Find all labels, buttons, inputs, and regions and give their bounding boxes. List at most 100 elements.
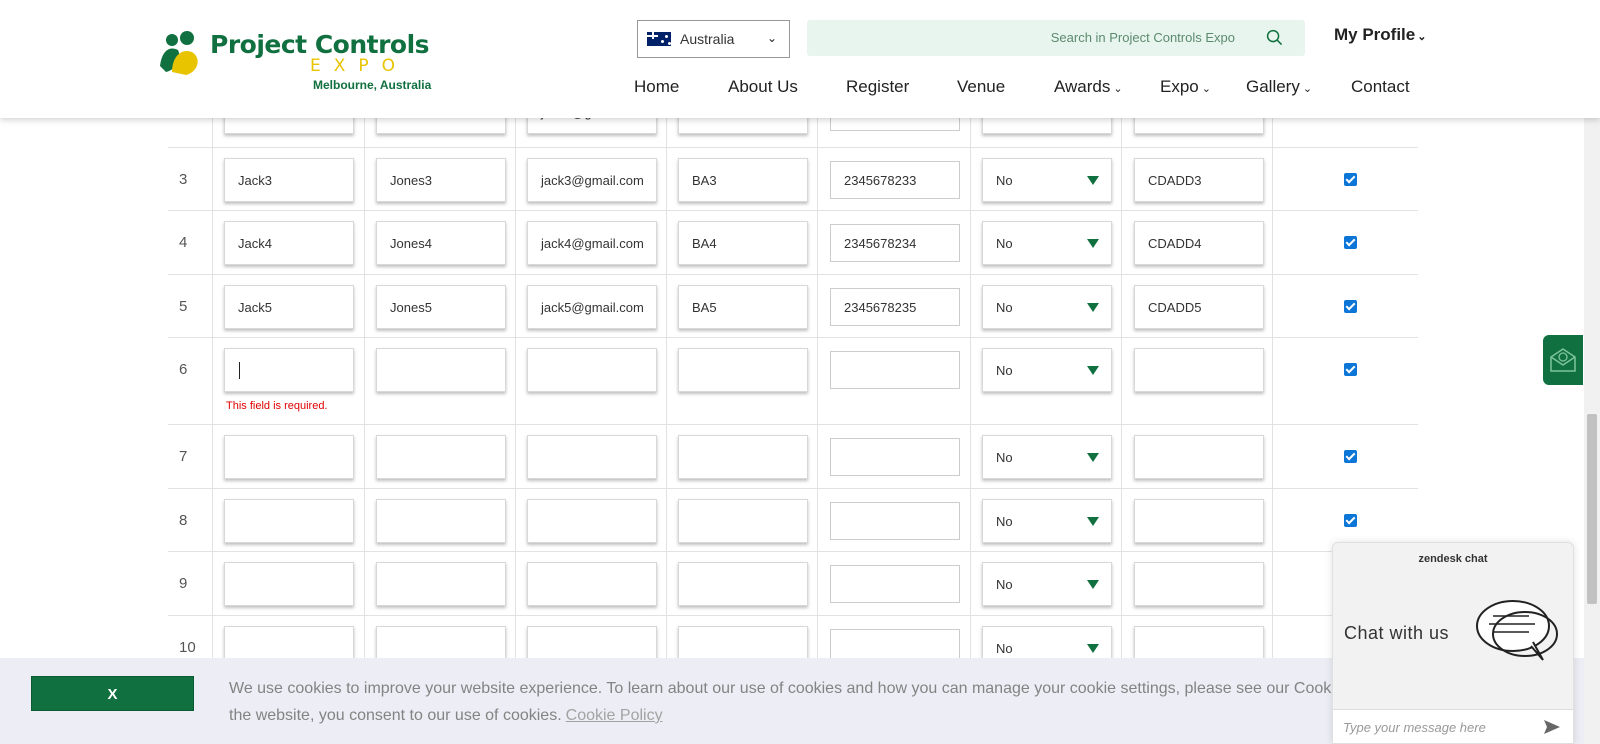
nav-item-gallery[interactable]: Gallery ⌄	[1246, 77, 1312, 97]
email-input[interactable]	[527, 562, 657, 606]
phone-input[interactable]: 2345678233	[830, 161, 960, 199]
email-input[interactable]: jack3@gmail.com	[527, 158, 657, 202]
table-row: 9 No	[168, 552, 1418, 616]
phone-input[interactable]: 2345678235	[830, 288, 960, 326]
search-icon[interactable]	[1266, 29, 1283, 46]
org-input[interactable]	[678, 435, 808, 479]
table-cell-divider	[1272, 489, 1273, 551]
search-box[interactable]: Search in Project Controls Expo	[807, 20, 1305, 56]
code-input[interactable]: CDADD4	[1134, 221, 1264, 265]
row-checkbox[interactable]	[1344, 514, 1357, 527]
table-cell-divider	[1272, 148, 1273, 210]
code-input[interactable]: CDADD3	[1134, 158, 1264, 202]
my-profile-menu[interactable]: My Profile ⌄	[1334, 25, 1426, 45]
code-input[interactable]	[1134, 499, 1264, 543]
email-input[interactable]	[527, 348, 657, 392]
org-input[interactable]: BA5	[678, 285, 808, 329]
phone-input[interactable]	[830, 438, 960, 476]
first-input[interactable]	[224, 562, 354, 606]
row-checkbox[interactable]	[1344, 450, 1357, 463]
last-input[interactable]: Jones4	[376, 221, 506, 265]
email-input[interactable]	[527, 435, 657, 479]
nav-item-register[interactable]: Register	[846, 77, 909, 97]
phone-input[interactable]	[830, 565, 960, 603]
row-number: 7	[179, 448, 188, 465]
row-checkbox[interactable]	[1344, 236, 1357, 249]
table-cell-divider	[817, 425, 818, 488]
first-input[interactable]: Jack5	[224, 285, 354, 329]
yes-no-select[interactable]: No	[982, 562, 1112, 606]
yes-no-select[interactable]: No	[982, 158, 1112, 202]
table-cell-divider	[817, 338, 818, 424]
scrollbar-thumb[interactable]	[1587, 414, 1597, 604]
first-input[interactable]	[224, 499, 354, 543]
send-icon[interactable]	[1543, 719, 1561, 735]
nav-item-about-us[interactable]: About Us	[728, 77, 798, 97]
cookie-dismiss-button[interactable]: X	[31, 676, 194, 711]
table-cell-divider	[817, 552, 818, 615]
yes-no-select[interactable]: No	[982, 348, 1112, 392]
chat-widget[interactable]: zendesk chat Chat with us Type your mess…	[1332, 542, 1574, 744]
chevron-down-icon: ⌄	[1302, 83, 1313, 95]
table-cell-divider	[970, 489, 971, 551]
org-input[interactable]: BA3	[678, 158, 808, 202]
newsletter-tab[interactable]	[1543, 335, 1583, 385]
last-input[interactable]: Jones3	[376, 158, 506, 202]
search-input[interactable]: Search in Project Controls Expo	[1051, 30, 1235, 45]
last-input[interactable]	[376, 499, 506, 543]
table-cell-divider	[970, 338, 971, 424]
dropdown-arrow-icon	[1087, 453, 1099, 462]
nav-item-home[interactable]: Home	[634, 77, 679, 97]
org-input[interactable]	[678, 562, 808, 606]
row-checkbox[interactable]	[1344, 363, 1357, 376]
yes-no-select[interactable]: No	[982, 499, 1112, 543]
nav-item-awards[interactable]: Awards ⌄	[1054, 77, 1123, 97]
nav-item-label: Register	[846, 77, 910, 96]
code-input[interactable]	[1134, 435, 1264, 479]
last-input[interactable]	[376, 435, 506, 479]
last-input[interactable]: Jones5	[376, 285, 506, 329]
yes-no-select[interactable]: No	[982, 285, 1112, 329]
first-input[interactable]	[224, 435, 354, 479]
phone-input[interactable]	[830, 351, 960, 389]
site-logo[interactable]: Project Controls EXPO Melbourne, Austral…	[158, 28, 438, 98]
last-input[interactable]	[376, 562, 506, 606]
first-input[interactable]	[224, 348, 354, 392]
org-input[interactable]	[678, 348, 808, 392]
nav-item-venue[interactable]: Venue	[957, 77, 1005, 97]
select-value: No	[996, 236, 1013, 251]
table-cell-divider	[212, 489, 213, 551]
first-input[interactable]: Jack3	[224, 158, 354, 202]
org-input[interactable]: BA4	[678, 221, 808, 265]
nav-item-expo[interactable]: Expo ⌄	[1160, 77, 1211, 97]
country-select[interactable]: Australia ⌄	[637, 20, 790, 58]
code-input[interactable]: CDADD5	[1134, 285, 1264, 329]
row-checkbox[interactable]	[1344, 173, 1357, 186]
cookie-message-line2: the website, you consent to our use of c…	[229, 707, 562, 724]
table-cell-divider	[364, 489, 365, 551]
email-input[interactable]	[527, 499, 657, 543]
nav-item-contact[interactable]: Contact	[1351, 77, 1410, 97]
code-input[interactable]	[1134, 348, 1264, 392]
phone-input[interactable]: 2345678234	[830, 224, 960, 262]
row-checkbox[interactable]	[1344, 300, 1357, 313]
table-cell-divider	[515, 211, 516, 274]
table-cell-divider	[1121, 425, 1122, 488]
chevron-down-icon: ⌄	[1417, 31, 1427, 43]
code-input[interactable]	[1134, 562, 1264, 606]
logo-title: Project Controls	[210, 30, 430, 59]
org-input[interactable]	[678, 499, 808, 543]
dropdown-arrow-icon	[1087, 176, 1099, 185]
last-input[interactable]	[376, 348, 506, 392]
dropdown-arrow-icon	[1087, 517, 1099, 526]
my-profile-label: My Profile	[1334, 25, 1416, 44]
yes-no-select[interactable]: No	[982, 221, 1112, 265]
cookie-policy-link[interactable]: Cookie Policy	[566, 707, 663, 724]
yes-no-select[interactable]: No	[982, 435, 1112, 479]
email-input[interactable]: jack4@gmail.com	[527, 221, 657, 265]
chat-message-input[interactable]: Type your message here	[1333, 709, 1573, 743]
table-cell-divider	[666, 275, 667, 337]
phone-input[interactable]	[830, 502, 960, 540]
first-input[interactable]: Jack4	[224, 221, 354, 265]
email-input[interactable]: jack5@gmail.com	[527, 285, 657, 329]
